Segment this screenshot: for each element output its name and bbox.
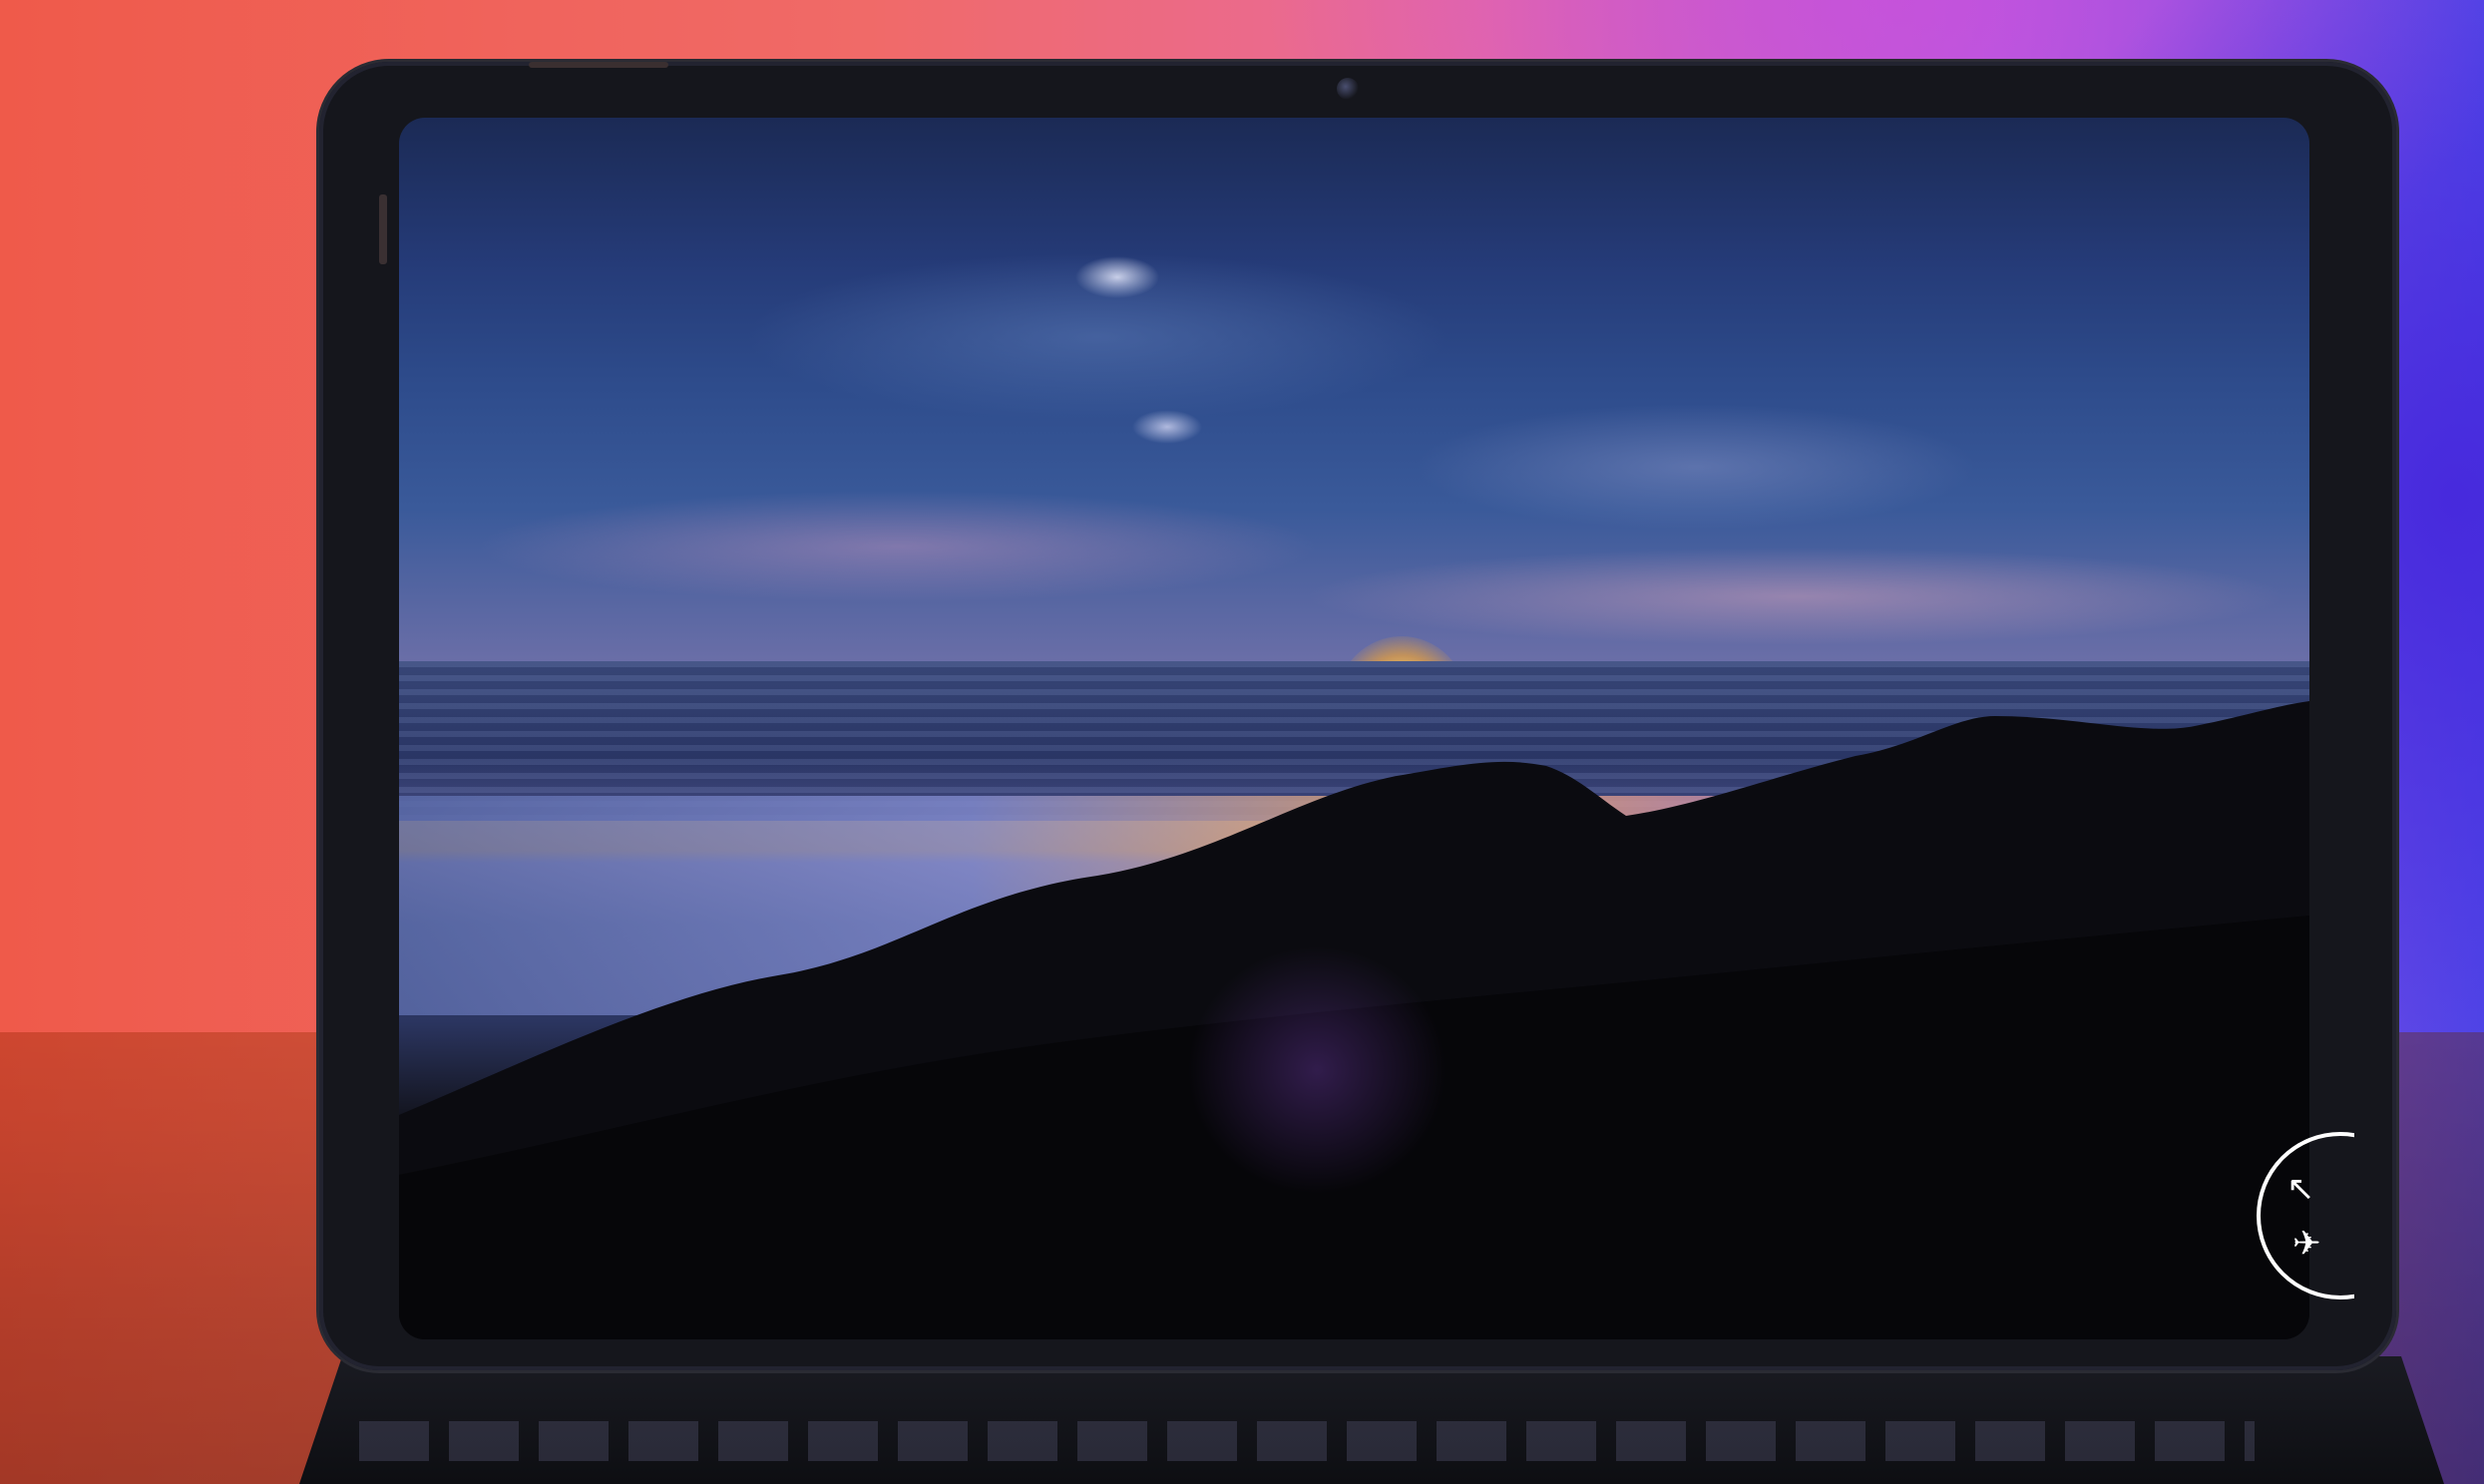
tablet-screen — [399, 118, 2309, 1339]
rotate-lock-icon[interactable]: ↖ ✈ — [2257, 1132, 2354, 1299]
airplane-icon: ✈ — [2292, 1224, 2321, 1264]
side-button — [379, 194, 387, 264]
lens-flare — [1187, 945, 1447, 1195]
front-camera — [1337, 78, 1359, 100]
top-button — [529, 62, 668, 68]
arrow-icon: ↖ — [2286, 1169, 2315, 1209]
keyboard-keys — [359, 1421, 2255, 1461]
keyboard-base — [299, 1356, 2444, 1484]
